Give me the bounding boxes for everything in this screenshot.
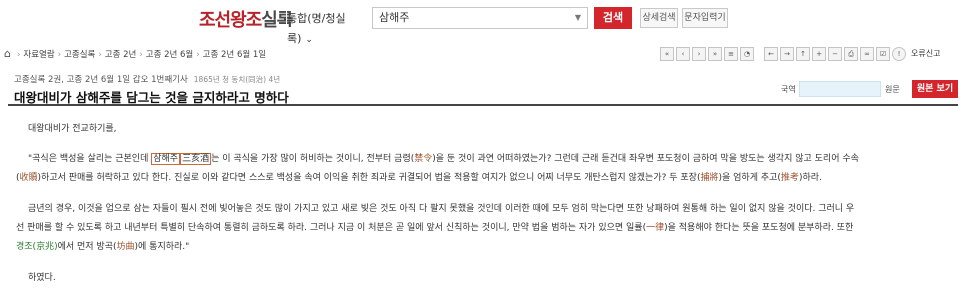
detail-search-button[interactable]: 상세검색 xyxy=(640,8,678,28)
article-meta: 고종실록 2권, 고종 2년 6월 1일 갑오 1번째기사 1865년 청 동치(… xyxy=(14,73,280,85)
search-button[interactable]: 검색 xyxy=(594,7,632,29)
breadcrumb-bar: ⌂ › 자료열람 › 고종실록 › 고종 2년 › 고종 2년 6월 › 고종 2년 6월 1일 «… xyxy=(0,44,966,66)
breadcrumb-item[interactable]: 자료열람 xyxy=(23,50,54,60)
text-segment: "곡식은 백성을 살리는 근본인데 xyxy=(28,154,152,164)
toolbar: « ‹ › » ≡ ◔ ← → ↑ + − ⎙ ∞ ☑ ! 오류신고 xyxy=(660,47,940,63)
article-source: 고종실록 2권, 고종 2년 6월 1일 갑오 1번째기사 xyxy=(14,75,188,85)
hanja-annotation: 捕將 xyxy=(700,173,719,183)
search-query-text: 삼해주 xyxy=(379,11,410,24)
breadcrumb-separator: › xyxy=(196,50,200,60)
text-segment: 에서 먼저 방곡( xyxy=(57,242,117,252)
link-icon[interactable]: ∞ xyxy=(860,47,874,61)
paragraph-3: 금년의 경우, 이것을 업으로 삼는 자들이 필시 전에 빚어놓은 것도 많이 … xyxy=(16,200,956,257)
original-label: 원문 xyxy=(885,85,900,94)
breadcrumb-item[interactable]: 고종 2년 6월 xyxy=(146,50,194,60)
prev-page-icon[interactable]: ‹ xyxy=(676,47,690,61)
hanja-annotation: 收贖 xyxy=(19,173,38,183)
site-logo[interactable]: 조선왕조실록 xyxy=(199,6,293,32)
home-icon[interactable]: ⌂ xyxy=(4,47,11,60)
search-scope-value: 통합(명/청실록) xyxy=(287,12,346,45)
search-input[interactable]: 삼해주 ▼ xyxy=(372,7,588,29)
article-date-sub: 1865년 청 동치(同治) 4년 xyxy=(193,75,281,84)
highlighted-term[interactable]: 삼해주 xyxy=(151,153,181,165)
checkbox-icon[interactable]: ☑ xyxy=(876,47,890,61)
text-segment: )을 적용해야 한다는 뜻을 포도청에 분부하라. 또한 xyxy=(664,223,854,233)
error-report-link[interactable]: 오류신고 xyxy=(911,47,940,63)
paragraph-2: "곡식은 백성을 살리는 근본인데 삼해주 三亥酒 는 이 곡식을 가장 많이 허비… xyxy=(16,150,956,188)
paragraph-text: 하였다. xyxy=(28,273,56,283)
breadcrumb-item[interactable]: 고종 2년 6월 1일 xyxy=(203,50,266,60)
breadcrumb-separator: › xyxy=(139,50,143,60)
text-segment: )을 둔 것이 과연 어떠하였는가? 그런데 근래 듣건대 좌우변 포도청이 금… xyxy=(432,154,859,164)
next-page-icon[interactable]: › xyxy=(692,47,706,61)
view-original-button[interactable]: 원본 보기 xyxy=(912,80,958,98)
zoom-out-icon[interactable]: − xyxy=(828,47,842,61)
place-link[interactable]: 경조(京兆) xyxy=(16,242,58,252)
text-segment: 는 이 곡식을 가장 많이 허비하는 것이니, 전부터 금령( xyxy=(211,154,415,164)
text-segment: )하라. xyxy=(798,173,822,183)
hanja-annotation: 一律 xyxy=(646,223,665,233)
breadcrumb: ⌂ › 자료열람 › 고종실록 › 고종 2년 › 고종 2년 6월 › 고종 2년 6월 1일 xyxy=(4,47,266,60)
translation-original-slider[interactable] xyxy=(799,81,881,97)
highlighted-hanja[interactable]: 三亥酒 xyxy=(180,153,212,165)
arrow-left-icon[interactable]: ← xyxy=(764,47,778,61)
logo-text-a: 조선왕조 xyxy=(199,10,262,31)
breadcrumb-separator: › xyxy=(98,50,102,60)
breadcrumb-separator: › xyxy=(16,50,21,60)
breadcrumb-item[interactable]: 고종실록 xyxy=(64,50,95,60)
translation-label: 국역 xyxy=(781,85,796,94)
error-report-icon[interactable]: ! xyxy=(892,47,906,61)
arrow-up-icon[interactable]: ↑ xyxy=(796,47,810,61)
last-page-icon[interactable]: » xyxy=(708,47,722,61)
print-icon[interactable]: ⎙ xyxy=(844,47,858,61)
char-input-button[interactable]: 문자입력기 xyxy=(682,8,728,28)
first-page-icon[interactable]: « xyxy=(660,47,674,61)
dropdown-arrow-icon[interactable]: ▼ xyxy=(575,8,581,28)
text-segment: )에 통지하라." xyxy=(134,242,190,252)
arrow-right-icon[interactable]: → xyxy=(780,47,794,61)
hanja-annotation: 坊曲 xyxy=(116,242,135,252)
zoom-icon[interactable]: ◔ xyxy=(740,47,754,61)
zoom-in-icon[interactable]: + xyxy=(812,47,826,61)
text-segment: )하고서 판매를 허락하고 있다 한다. 진실로 이와 같다면 스스로 백성을 … xyxy=(37,173,701,183)
text-segment: 금년의 경우, 이것을 업으로 삼는 자들이 필시 전에 빚어놓은 것도 많이 … xyxy=(28,204,855,214)
paragraph-text: 대왕대비가 전교하기를, xyxy=(28,124,117,134)
list-icon[interactable]: ≡ xyxy=(724,47,738,61)
breadcrumb-item[interactable]: 고종 2년 xyxy=(105,50,137,60)
hanja-annotation: 禁令 xyxy=(414,154,433,164)
text-segment: 선 판매를 할 수 있도록 하고 내년부터 특별히 단속하여 통렬히 금하도록 … xyxy=(16,223,647,233)
paragraph-4: 하였다. xyxy=(16,269,56,288)
paragraph-1: 대왕대비가 전교하기를, xyxy=(16,120,117,139)
hanja-annotation: 推考 xyxy=(780,173,799,183)
breadcrumb-separator: › xyxy=(57,50,62,60)
text-segment: )을 엄하게 추고( xyxy=(718,173,781,183)
search-scope-select[interactable]: 통합(명/청실록) ⌄ xyxy=(286,8,372,45)
title-divider xyxy=(8,104,958,106)
top-search-bar: 조선왕조실록 통합(명/청실록) ⌄ 삼해주 ▼ 검색 상세검색 문자입력기 xyxy=(0,0,966,45)
